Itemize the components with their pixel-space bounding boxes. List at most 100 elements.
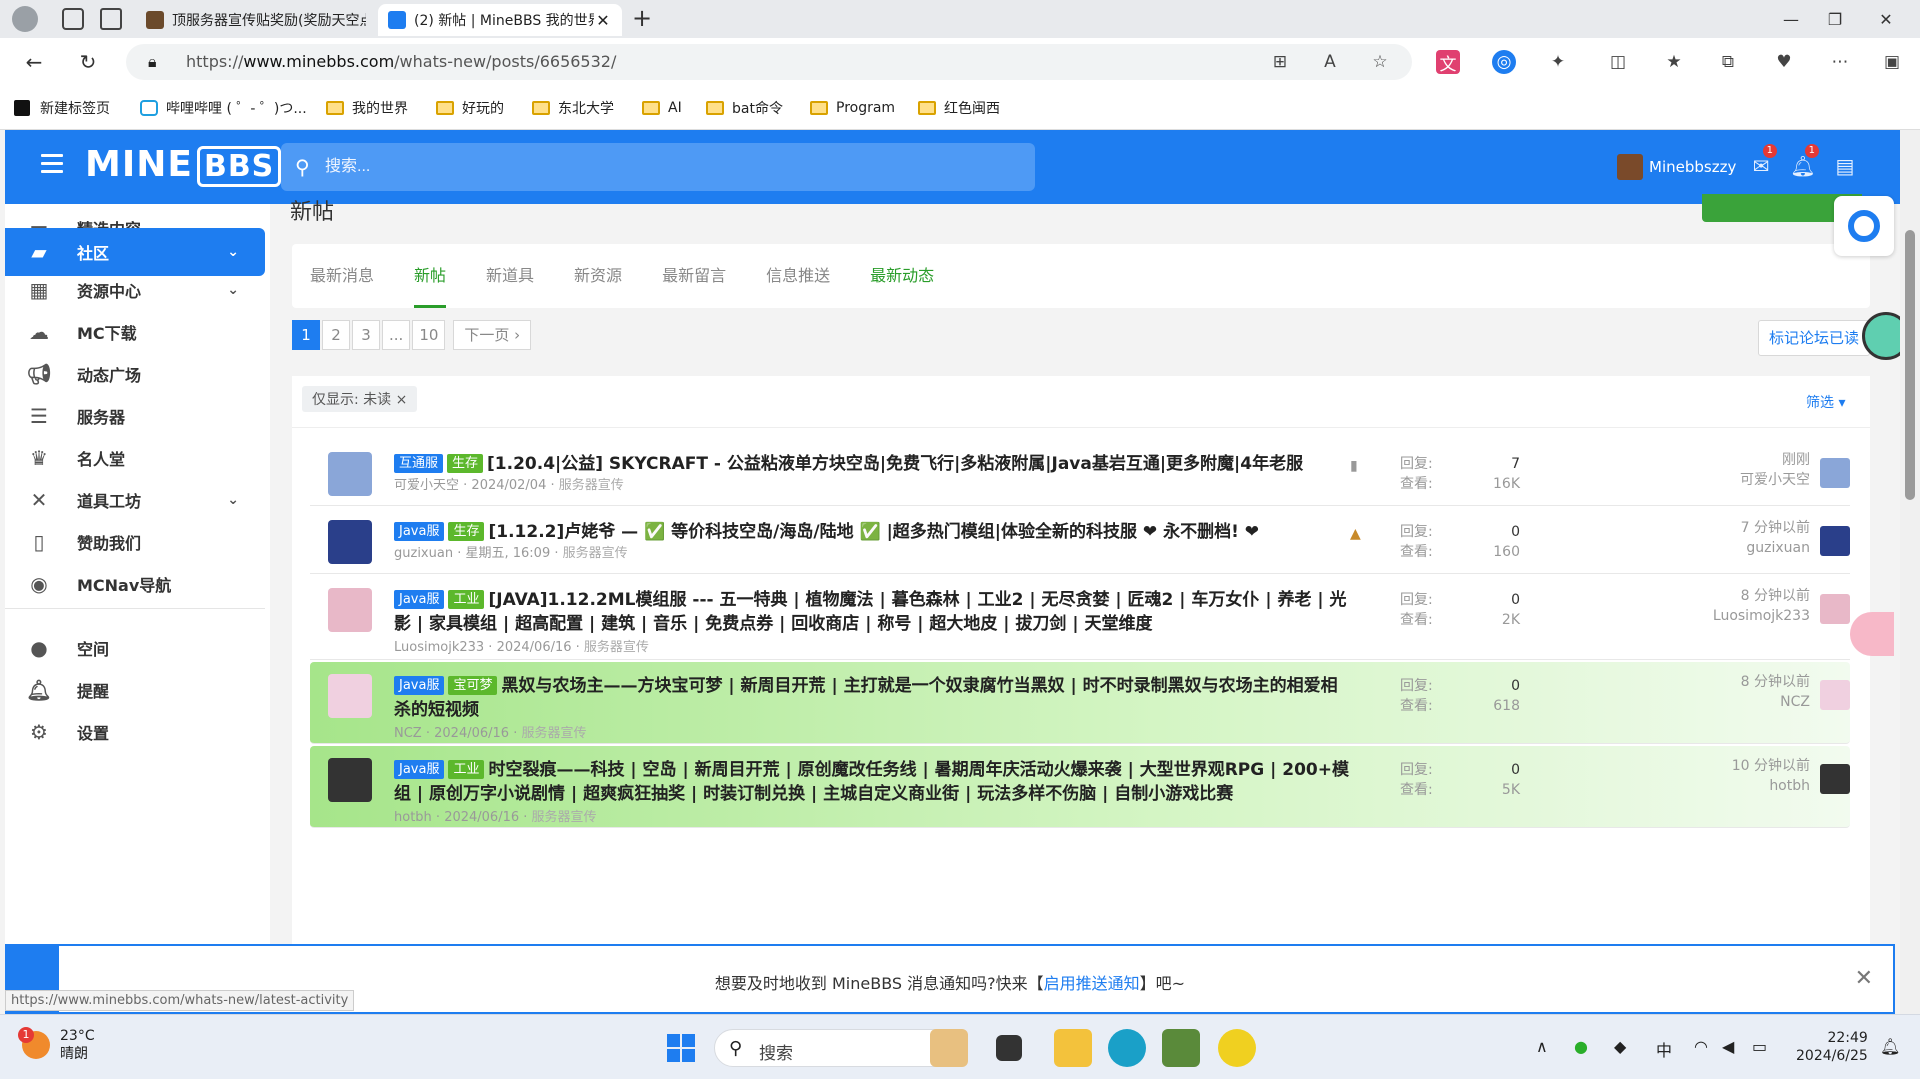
ime-indicator[interactable]: 中 [1656,1037,1672,1061]
bell-icon[interactable]: 🔔︎ 1 [1789,144,1819,180]
author-link[interactable]: Luosimojk233 [394,640,484,655]
last-post-info[interactable]: 8 分钟以前 Luosimojk233 [1510,586,1810,626]
tab-latest-news[interactable]: 最新消息 [310,244,374,308]
filter-dropdown[interactable]: 筛选 ▾ [1806,392,1845,412]
task-view-icon[interactable] [996,1035,1022,1061]
forum-link[interactable]: 服务器宣传 [559,478,624,493]
tag-badge[interactable]: Java服 [394,676,445,695]
chevron-down-icon[interactable]: ⌄ [227,492,239,508]
read-aloud-icon[interactable]: A [1318,50,1342,74]
forum-link[interactable]: 服务器宣传 [584,640,649,655]
more-menu-icon[interactable]: ⋯ [1828,50,1852,74]
weather-widget[interactable]: 1 23°C 晴朗 [18,1027,95,1063]
last-post-info[interactable]: 8 分钟以前 NCZ [1510,672,1810,712]
notification-bell-icon[interactable]: 🔔︎ [1880,1037,1900,1056]
filter-chip-unread[interactable]: 仅显示: 未读 × [302,386,418,412]
refresh-button[interactable]: ↻ [70,44,106,80]
avatar[interactable] [1820,764,1850,794]
table-row[interactable]: Java服 宝可梦 黑奴与农场主——方块宝可梦 | 新周目开荒 | 主打就是一个奴隶… [310,662,1850,744]
enable-push-link[interactable]: 启用推送通知 [1044,974,1140,993]
workspaces-icon[interactable] [62,8,84,30]
table-row[interactable]: 互通服 生存 [1.20.4|公益] SKYCRAFT - 公益粘液单方块空岛|免费… [310,440,1850,506]
tag-badge[interactable]: Java服 [394,760,445,779]
apps-icon[interactable]: ⊞ [1268,50,1292,74]
browser-essentials-icon[interactable]: ♥ [1772,50,1796,74]
puzzle-extensions-icon[interactable]: ✦ [1546,50,1570,74]
avatar[interactable] [328,758,372,802]
page-3[interactable]: 3 [352,320,380,350]
avatar[interactable] [328,674,372,718]
clock[interactable]: 22:49 2024/6/25 [1796,1029,1868,1065]
minebbs-logo[interactable]: MINE BBS [85,144,282,187]
mark-forums-read-button[interactable]: 标记论坛已读 [1758,320,1870,356]
author-link[interactable]: hotbh [394,810,432,825]
wifi-icon[interactable]: ◠ [1694,1037,1708,1056]
chevron-up-icon[interactable]: ∧ [1536,1037,1548,1056]
thread-title[interactable]: Java服 生存 [1.12.2]卢姥爷 — ✅ 等价科技空岛/海岛/陆地 ✅ |超… [394,520,1354,544]
floating-assistant-icon[interactable] [1834,196,1894,256]
table-row[interactable]: Java服 工业 [JAVA]1.12.2ML模组服 --- 五一特典 | 植物魔法… [310,576,1850,660]
table-row[interactable]: Java服 生存 [1.12.2]卢姥爷 — ✅ 等价科技空岛/海岛/陆地 ✅ |超… [310,508,1850,574]
wallet-icon[interactable]: ▤ [1831,152,1859,180]
avatar[interactable] [328,588,372,632]
avatar[interactable] [1820,680,1850,710]
tag-badge[interactable]: 宝可梦 [448,676,498,695]
bookmark-folder-ai[interactable]: AI [642,96,682,120]
mail-icon[interactable]: ✉ 1 [1747,144,1777,180]
windows-start-icon[interactable] [662,1029,700,1067]
tag-badge[interactable]: 工业 [448,590,485,609]
split-screen-icon[interactable]: ◫ [1606,50,1630,74]
sidebar-toggle-icon[interactable]: ▣ [1880,50,1904,74]
translate-extension-icon[interactable]: 文 [1436,50,1460,75]
avatar[interactable] [1820,594,1850,624]
tag-badge[interactable]: 生存 [448,522,485,541]
castle-app-icon[interactable] [930,1029,968,1067]
tab-latest-activity[interactable]: 最新动态 [870,244,934,308]
back-button[interactable]: ← [16,44,52,80]
edge-browser-icon[interactable] [1108,1029,1146,1067]
tag-badge[interactable]: 工业 [448,760,485,779]
scrollbar-thumb[interactable] [1905,230,1915,500]
minecraft-app-icon[interactable] [1162,1029,1200,1067]
sidebar-item-donate[interactable]: ▯ 赞助我们 [5,518,265,566]
forum-link[interactable]: 服务器宣传 [563,546,628,561]
tag-badge[interactable]: Java服 [394,590,445,609]
tag-badge[interactable]: 生存 [447,454,484,473]
next-page-button[interactable]: 下一页 › [453,320,532,350]
qq-icon[interactable]: ◆ [1614,1037,1626,1056]
bookmark-folder-minecraft[interactable]: 我的世界 [326,96,408,120]
sidebar-item-alerts[interactable]: 🔔︎ 提醒 [5,666,265,714]
chevron-down-icon[interactable]: ⌄ [227,282,239,298]
forum-link[interactable]: 服务器宣传 [532,810,597,825]
bookmark-new-tab[interactable]: 新建标签页 [14,96,110,120]
thread-title[interactable]: Java服 工业 时空裂痕——科技 | 空岛 | 新周目开荒 | 原创魔改任务线 |… [394,758,1354,806]
page-10[interactable]: 10 [412,320,446,350]
tab-latest-comments[interactable]: 最新留言 [662,244,726,308]
sidebar-item-resources[interactable]: ▦ 资源中心 ⌄ [5,266,265,314]
volume-icon[interactable]: ◀ [1722,1037,1734,1056]
avatar[interactable] [328,452,372,496]
forum-link[interactable]: 服务器宣传 [521,726,586,741]
page-ellipsis[interactable]: ... [382,320,411,350]
maximize-button[interactable]: ❐ [1809,0,1861,38]
tag-badge[interactable]: Java服 [394,522,445,541]
browser-tab-2[interactable]: (2) 新帖 | MineBBS 我的世界中文 ✕ [378,4,622,36]
bookmark-folder-bat[interactable]: bat命令 [706,96,783,120]
sidebar-item-settings[interactable]: ⚙ 设置 [5,708,265,756]
search-icon[interactable]: ⚲ [295,155,310,179]
taskbar-search[interactable]: ⚲ 搜索 [714,1029,954,1067]
bookmark-bilibili[interactable]: 哔哩哔哩 ( ゜- ゜)つ... [140,96,307,120]
tab-new-resources[interactable]: 新资源 [574,244,622,308]
avatar[interactable] [328,520,372,564]
thread-title[interactable]: Java服 工业 [JAVA]1.12.2ML模组服 --- 五一特典 | 植物魔法… [394,588,1354,636]
app-icon[interactable] [1218,1029,1256,1067]
sidebar-item-mcnav[interactable]: ◉ MCNav导航 [5,560,265,608]
bookmark-folder-minxi[interactable]: 红色闽西 [918,96,1000,120]
table-row[interactable]: Java服 工业 时空裂痕——科技 | 空岛 | 新周目开荒 | 原创魔改任务线 |… [310,746,1850,828]
sidebar-item-servers[interactable]: ☰ 服务器 [5,392,265,440]
collections-icon[interactable]: ⧉ [1716,50,1740,74]
tag-badge[interactable]: 互通服 [394,454,444,473]
bookmark-folder-fun[interactable]: 好玩的 [436,96,504,120]
file-explorer-icon[interactable] [1054,1029,1092,1067]
sidebar-item-space[interactable]: ● 空间 [5,624,265,672]
